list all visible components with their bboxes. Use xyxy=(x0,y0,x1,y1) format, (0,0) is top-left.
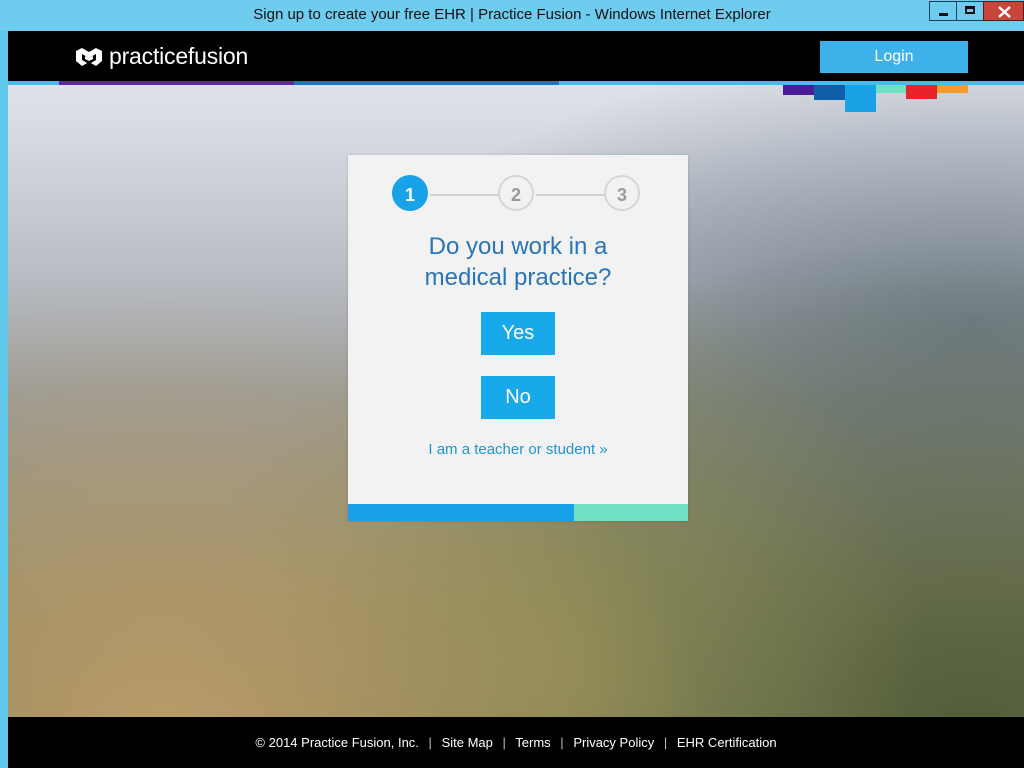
site-header: practicefusion Login xyxy=(8,31,1024,81)
step-1: 1 xyxy=(392,175,428,211)
progress-complete xyxy=(348,504,574,521)
step-indicator: 1 2 3 xyxy=(348,175,688,217)
title-bar[interactable]: Sign up to create your free EHR | Practi… xyxy=(0,0,1024,31)
minimize-button[interactable] xyxy=(929,1,957,21)
close-icon xyxy=(998,6,1011,18)
logo-text: practicefusion xyxy=(109,43,249,69)
close-button[interactable] xyxy=(983,1,1024,21)
question-line-1: Do you work in a xyxy=(428,233,608,260)
footer-links: © 2014 Practice Fusion, Inc. | Site Map … xyxy=(8,735,1024,750)
question-heading: Do you work in a medical practice? xyxy=(348,231,688,293)
copyright-text: © 2014 Practice Fusion, Inc. xyxy=(255,735,419,750)
footer-separator: | xyxy=(560,735,564,750)
question-line-2: medical practice? xyxy=(424,264,612,291)
progress-bar xyxy=(348,504,688,521)
footer-link-site-map[interactable]: Site Map xyxy=(442,735,493,750)
login-button[interactable]: Login xyxy=(820,41,968,73)
browser-window: Sign up to create your free EHR | Practi… xyxy=(0,0,1024,768)
footer-separator: | xyxy=(502,735,506,750)
footer-link-ehr-certification[interactable]: EHR Certification xyxy=(677,735,777,750)
no-button[interactable]: No xyxy=(481,376,555,419)
step-connector xyxy=(430,194,500,196)
step-connector xyxy=(536,194,606,196)
yes-button[interactable]: Yes xyxy=(481,312,555,355)
maximize-button[interactable] xyxy=(956,1,984,21)
footer-link-terms[interactable]: Terms xyxy=(515,735,550,750)
signup-card: 1 2 3 Do you work in a medical practice?… xyxy=(348,155,688,521)
step-3: 3 xyxy=(604,175,640,211)
page-viewport: practicefusion Login 1 2 3 Do you work i… xyxy=(8,31,1024,768)
step-2: 2 xyxy=(498,175,534,211)
logo-mark-icon xyxy=(76,48,102,66)
footer-link-privacy-policy[interactable]: Privacy Policy xyxy=(573,735,654,750)
progress-remaining xyxy=(574,504,688,521)
site-footer: © 2014 Practice Fusion, Inc. | Site Map … xyxy=(8,717,1024,768)
window-title: Sign up to create your free EHR | Practi… xyxy=(253,6,771,23)
footer-separator: | xyxy=(663,735,668,750)
footer-separator: | xyxy=(428,735,432,750)
teacher-student-link[interactable]: I am a teacher or student » xyxy=(348,441,688,458)
